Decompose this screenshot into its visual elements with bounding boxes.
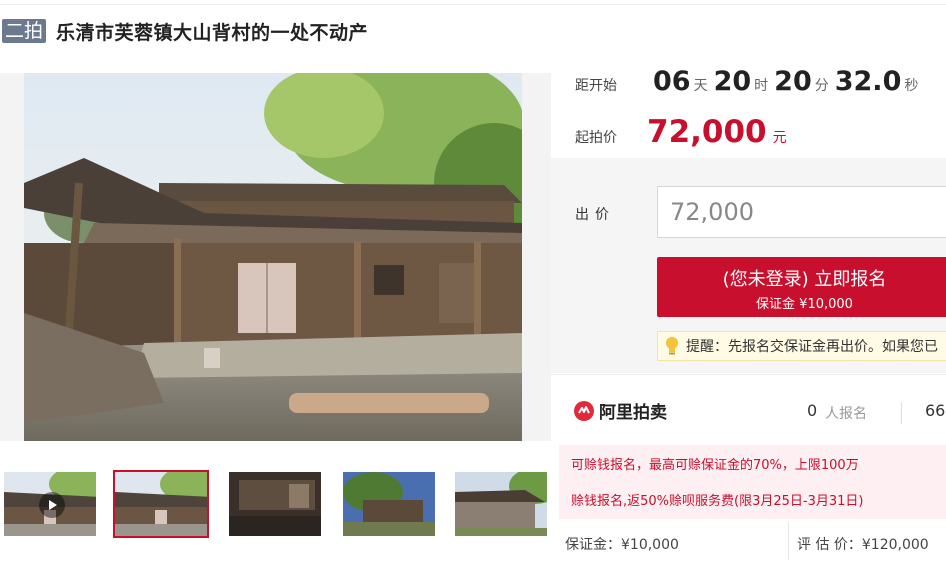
hours-unit: 时	[754, 78, 769, 94]
main-image-viewer[interactable]	[0, 73, 551, 441]
page-title: 乐清市芙蓉镇大山背村的一处不动产	[56, 21, 369, 44]
countdown-days: 06	[653, 66, 691, 97]
top-divider	[0, 4, 946, 5]
bid-label: 出价	[575, 207, 615, 223]
signup-count: 0	[807, 401, 818, 420]
thumbnail-photo-3[interactable]	[341, 470, 437, 538]
stat-divider	[901, 402, 902, 424]
thumbnail-photo-1[interactable]	[113, 470, 209, 538]
starting-price-unit: 元	[772, 130, 787, 146]
platform-logo-text: 阿里拍卖	[599, 403, 667, 423]
deposit-info: 保证金：¥10,000	[565, 537, 679, 553]
promo-line-2: 赊钱报名,返50%赊呗服务费(限3月25日-3月31日)	[571, 494, 864, 509]
minutes-unit: 分	[814, 78, 829, 94]
evaluation-info: 评 估 价：¥120,000	[797, 537, 929, 553]
days-unit: 天	[693, 78, 708, 94]
signup-button-label: (您未登录) 立即报名	[722, 269, 887, 290]
thumbnail-strip	[0, 470, 551, 540]
countdown-hours: 20	[713, 66, 752, 97]
thumbnail-photo-2[interactable]	[227, 470, 323, 538]
main-photo	[24, 73, 522, 441]
signup-count-label: 人报名	[825, 406, 867, 422]
signup-button[interactable]: (您未登录) 立即报名 保证金 ¥10,000	[657, 257, 946, 317]
thumbnail-video[interactable]	[2, 470, 98, 538]
starting-price: 起拍价 72,000 元	[575, 114, 787, 150]
platform-logo[interactable]: 阿里拍卖	[573, 398, 667, 423]
seconds-unit: 秒	[904, 78, 919, 94]
countdown: 距开始 06 天 20 时 20 分 32.0 秒	[575, 66, 924, 106]
countdown-minutes: 20	[774, 66, 812, 97]
starting-price-value: 72,000	[647, 114, 767, 150]
views-count: 66	[925, 401, 946, 420]
bid-section: 出价 72,000 (您未登录) 立即报名 保证金 ¥10,000 提醒：先报名…	[551, 158, 946, 373]
section-divider	[551, 374, 946, 375]
lightbulb-icon	[666, 337, 678, 355]
title-row: 二拍 乐清市芙蓉镇大山背村的一处不动产	[0, 16, 368, 46]
round-badge: 二拍	[2, 19, 47, 43]
promo-line-1: 可赊钱报名，最高可赊保证金的70%，上限100万	[571, 458, 859, 473]
play-icon	[39, 492, 65, 518]
signup-deposit-label: 保证金 ¥10,000	[756, 297, 853, 312]
auction-info-panel: 距开始 06 天 20 时 20 分 32.0 秒 起拍价 72,000 元 出…	[551, 56, 946, 561]
countdown-label: 距开始	[575, 78, 617, 94]
countdown-seconds: 32.0	[834, 66, 902, 97]
auction-page: 二拍 乐清市芙蓉镇大山背村的一处不动产 距开始 06 天 20 时 20 分 3…	[0, 0, 946, 561]
platform-row: 阿里拍卖 0 人报名 66	[551, 396, 946, 428]
starting-price-label: 起拍价	[575, 130, 617, 146]
ali-auction-logo-icon	[574, 400, 594, 421]
bid-input[interactable]: 72,000	[657, 186, 946, 238]
tip-text: 提醒：先报名交保证金再出价。如果您已	[686, 339, 938, 355]
info-divider	[788, 522, 789, 560]
thumbnail-photo-4[interactable]	[453, 470, 549, 538]
tip-banner: 提醒：先报名交保证金再出价。如果您已	[657, 331, 946, 361]
credit-promo[interactable]: 可赊钱报名，最高可赊保证金的70%，上限100万 赊钱报名,返50%赊呗服务费(…	[559, 445, 946, 519]
